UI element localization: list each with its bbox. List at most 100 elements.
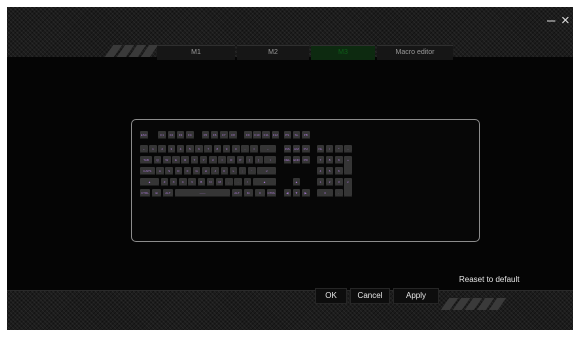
- key-n6[interactable]: 6: [335, 167, 343, 176]
- key-left[interactable]: ◀: [283, 189, 292, 198]
- key-n8[interactable]: 8: [325, 156, 334, 165]
- key-f12[interactable]: F12: [271, 131, 280, 140]
- key-4[interactable]: 4: [176, 145, 185, 154]
- key-lalt[interactable]: ALT: [163, 189, 173, 198]
- key-esc[interactable]: ESC: [140, 131, 148, 140]
- key-6[interactable]: 6: [195, 145, 203, 154]
- key-lshift[interactable]: ▲: [140, 178, 160, 187]
- key-nent[interactable]: ↵: [344, 178, 352, 198]
- close-button[interactable]: ×: [561, 13, 570, 28]
- key-n4[interactable]: 4: [316, 167, 325, 176]
- key-n[interactable]: N: [206, 178, 215, 187]
- key-n9[interactable]: 9: [335, 156, 343, 165]
- key-enter[interactable]: ↵: [257, 167, 277, 176]
- key-o[interactable]: O: [227, 156, 235, 165]
- key-rctrl[interactable]: CTRL: [266, 189, 277, 198]
- minimize-button[interactable]: –: [547, 13, 555, 28]
- key-f8[interactable]: F8: [229, 131, 237, 140]
- key-9[interactable]: 9: [222, 145, 231, 154]
- tab-macro-editor[interactable]: Macro editor: [377, 45, 453, 60]
- key-right[interactable]: ▶: [301, 189, 310, 198]
- key-8[interactable]: 8: [213, 145, 222, 154]
- key-i[interactable]: I: [218, 156, 226, 165]
- tab-m1[interactable]: M1: [157, 45, 235, 60]
- key-f7[interactable]: F7: [220, 131, 228, 140]
- key-period[interactable]: .: [234, 178, 242, 187]
- key-ndiv[interactable]: /: [325, 145, 334, 154]
- key-r[interactable]: R: [181, 156, 189, 165]
- key-scr[interactable]: SL: [292, 131, 301, 140]
- key-down[interactable]: ▼: [292, 189, 301, 198]
- key-e[interactable]: E: [172, 156, 180, 165]
- key-g[interactable]: G: [192, 167, 201, 176]
- key-pgdn[interactable]: PD: [301, 156, 310, 165]
- key-t[interactable]: T: [190, 156, 199, 165]
- key-rshift[interactable]: ▲: [252, 178, 277, 187]
- key-nadd[interactable]: +: [344, 156, 352, 176]
- key-n7[interactable]: 7: [316, 156, 325, 165]
- key-f[interactable]: F: [183, 167, 192, 176]
- key-num[interactable]: NL: [316, 145, 325, 154]
- ok-button[interactable]: OK: [315, 288, 347, 304]
- key-2[interactable]: 2: [158, 145, 166, 154]
- apply-button[interactable]: Apply: [393, 288, 439, 304]
- key-c[interactable]: C: [179, 178, 187, 187]
- key-rbr[interactable]: ]: [255, 156, 263, 165]
- key-n0[interactable]: 0: [316, 189, 334, 198]
- key-n3[interactable]: 3: [335, 178, 343, 187]
- key-pgup[interactable]: PU: [301, 145, 310, 154]
- key-lbr[interactable]: [: [245, 156, 254, 165]
- key-n1[interactable]: 1: [316, 178, 325, 187]
- key-lctrl[interactable]: CTRL: [140, 189, 150, 198]
- key-tab[interactable]: TAB: [140, 156, 153, 165]
- key-menu[interactable]: ≡: [255, 189, 265, 198]
- key-p[interactable]: P: [236, 156, 245, 165]
- key-j[interactable]: J: [211, 167, 219, 176]
- key-fn[interactable]: Fn: [243, 189, 254, 198]
- key-v[interactable]: V: [188, 178, 196, 187]
- tab-m2[interactable]: M2: [237, 45, 309, 60]
- key-3[interactable]: 3: [167, 145, 176, 154]
- key-w[interactable]: W: [163, 156, 171, 165]
- tab-m3[interactable]: M3: [311, 45, 375, 60]
- key-equal[interactable]: =: [250, 145, 258, 154]
- key-comma[interactable]: ,: [225, 178, 233, 187]
- key-lwin[interactable]: ⊞: [151, 189, 162, 198]
- key-slash[interactable]: /: [243, 178, 252, 187]
- key-f11[interactable]: F11: [262, 131, 270, 140]
- key-k[interactable]: K: [220, 167, 229, 176]
- key-up[interactable]: ▲: [292, 178, 301, 187]
- key-a[interactable]: A: [156, 167, 164, 176]
- key-bksp[interactable]: ←: [259, 145, 277, 154]
- key-0[interactable]: 0: [232, 145, 240, 154]
- key-d[interactable]: D: [174, 167, 183, 176]
- key-h[interactable]: H: [202, 167, 210, 176]
- key-f2[interactable]: F2: [167, 131, 176, 140]
- key-f3[interactable]: F3: [176, 131, 185, 140]
- key-z[interactable]: Z: [160, 178, 169, 187]
- key-del[interactable]: DEL: [283, 156, 292, 165]
- key-f4[interactable]: F4: [186, 131, 194, 140]
- key-semi[interactable]: ;: [238, 167, 247, 176]
- key-y[interactable]: Y: [199, 156, 208, 165]
- key-ins[interactable]: INS: [283, 145, 292, 154]
- key-s[interactable]: S: [165, 167, 173, 176]
- key-prt[interactable]: PS: [283, 131, 292, 140]
- key-f6[interactable]: F6: [210, 131, 219, 140]
- key-caps[interactable]: CAPS: [140, 167, 155, 176]
- cancel-button[interactable]: Cancel: [350, 288, 390, 304]
- key-5[interactable]: 5: [186, 145, 194, 154]
- key-bsl[interactable]: \: [264, 156, 277, 165]
- key-7[interactable]: 7: [204, 145, 212, 154]
- key-ndot[interactable]: .: [335, 189, 343, 198]
- key-nmul[interactable]: *: [335, 145, 343, 154]
- key-n5[interactable]: 5: [325, 167, 334, 176]
- key-grave[interactable]: ~: [140, 145, 148, 154]
- key-pau[interactable]: PB: [301, 131, 310, 140]
- key-quote[interactable]: ': [248, 167, 256, 176]
- key-minus[interactable]: -: [241, 145, 249, 154]
- reset-to-default-link[interactable]: Reaset to default: [459, 275, 519, 284]
- key-space[interactable]: ——: [174, 189, 231, 198]
- key-l[interactable]: L: [229, 167, 238, 176]
- key-x[interactable]: X: [169, 178, 178, 187]
